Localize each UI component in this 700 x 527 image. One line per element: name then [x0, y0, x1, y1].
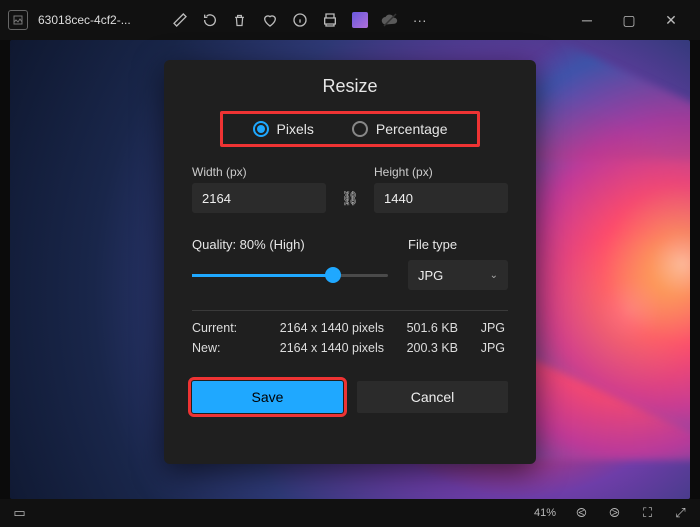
rotate-icon[interactable]: [201, 11, 219, 29]
top-toolbar: ···: [171, 11, 429, 29]
close-button[interactable]: ✕: [650, 5, 692, 35]
radio-percentage-label: Percentage: [376, 121, 448, 137]
radio-percentage[interactable]: Percentage: [352, 121, 448, 137]
filetype-label: File type: [408, 237, 508, 252]
width-label: Width (px): [192, 165, 326, 179]
cancel-button[interactable]: Cancel: [357, 381, 508, 413]
size-info: Current: 2164 x 1440 pixels 501.6 KB JPG…: [192, 321, 508, 355]
print-icon[interactable]: [321, 11, 339, 29]
more-icon[interactable]: ···: [411, 11, 429, 29]
cloud-sync-icon[interactable]: [381, 11, 399, 29]
clipchamp-icon[interactable]: [351, 11, 369, 29]
divider: [192, 310, 508, 311]
current-dims: 2164 x 1440 pixels: [264, 321, 384, 335]
link-dimensions-icon[interactable]: ⛓: [336, 184, 364, 212]
new-dims: 2164 x 1440 pixels: [264, 341, 384, 355]
favorite-icon[interactable]: [261, 11, 279, 29]
new-label: New:: [192, 341, 252, 355]
window-controls: ─ ▢ ✕: [566, 5, 692, 35]
maximize-button[interactable]: ▢: [608, 5, 650, 35]
radio-dot-icon: [253, 121, 269, 137]
fit-screen-icon[interactable]: ⛶: [640, 506, 655, 521]
zoom-in-icon[interactable]: ⧁: [607, 506, 622, 521]
status-bar: ▭ 41% ⧀ ⧁ ⛶ ⤢: [0, 499, 700, 527]
filetype-value: JPG: [418, 268, 443, 283]
radio-pixels[interactable]: Pixels: [253, 121, 314, 137]
app-icon: [8, 10, 28, 30]
delete-icon[interactable]: [231, 11, 249, 29]
resize-dialog: Resize Pixels Percentage Width (px) ⛓ He…: [164, 60, 536, 464]
edit-icon[interactable]: [171, 11, 189, 29]
slider-thumb-icon[interactable]: [325, 267, 341, 283]
new-type: JPG: [470, 341, 505, 355]
info-icon[interactable]: [291, 11, 309, 29]
zoom-out-icon[interactable]: ⧀: [574, 506, 589, 521]
fullscreen-icon[interactable]: ⤢: [673, 506, 688, 521]
chevron-down-icon: ⌄: [490, 270, 498, 281]
unit-radio-group: Pixels Percentage: [220, 111, 480, 147]
height-label: Height (px): [374, 165, 508, 179]
height-input[interactable]: [374, 183, 508, 213]
radio-pixels-label: Pixels: [277, 121, 314, 137]
zoom-value: 41%: [534, 507, 556, 519]
save-button[interactable]: Save: [192, 381, 343, 413]
filetype-select[interactable]: JPG ⌄: [408, 260, 508, 290]
quality-label: Quality: 80% (High): [192, 237, 408, 252]
quality-slider[interactable]: [192, 266, 388, 284]
minimize-button[interactable]: ─: [566, 5, 608, 35]
radio-dot-icon: [352, 121, 368, 137]
dialog-title: Resize: [192, 76, 508, 97]
file-name: 63018cec-4cf2-...: [38, 13, 131, 27]
current-size: 501.6 KB: [396, 321, 458, 335]
current-type: JPG: [470, 321, 505, 335]
filmstrip-icon[interactable]: ▭: [12, 506, 27, 521]
title-bar: 63018cec-4cf2-... ··· ─ ▢ ✕: [0, 0, 700, 40]
new-size: 200.3 KB: [396, 341, 458, 355]
current-label: Current:: [192, 321, 252, 335]
width-input[interactable]: [192, 183, 326, 213]
